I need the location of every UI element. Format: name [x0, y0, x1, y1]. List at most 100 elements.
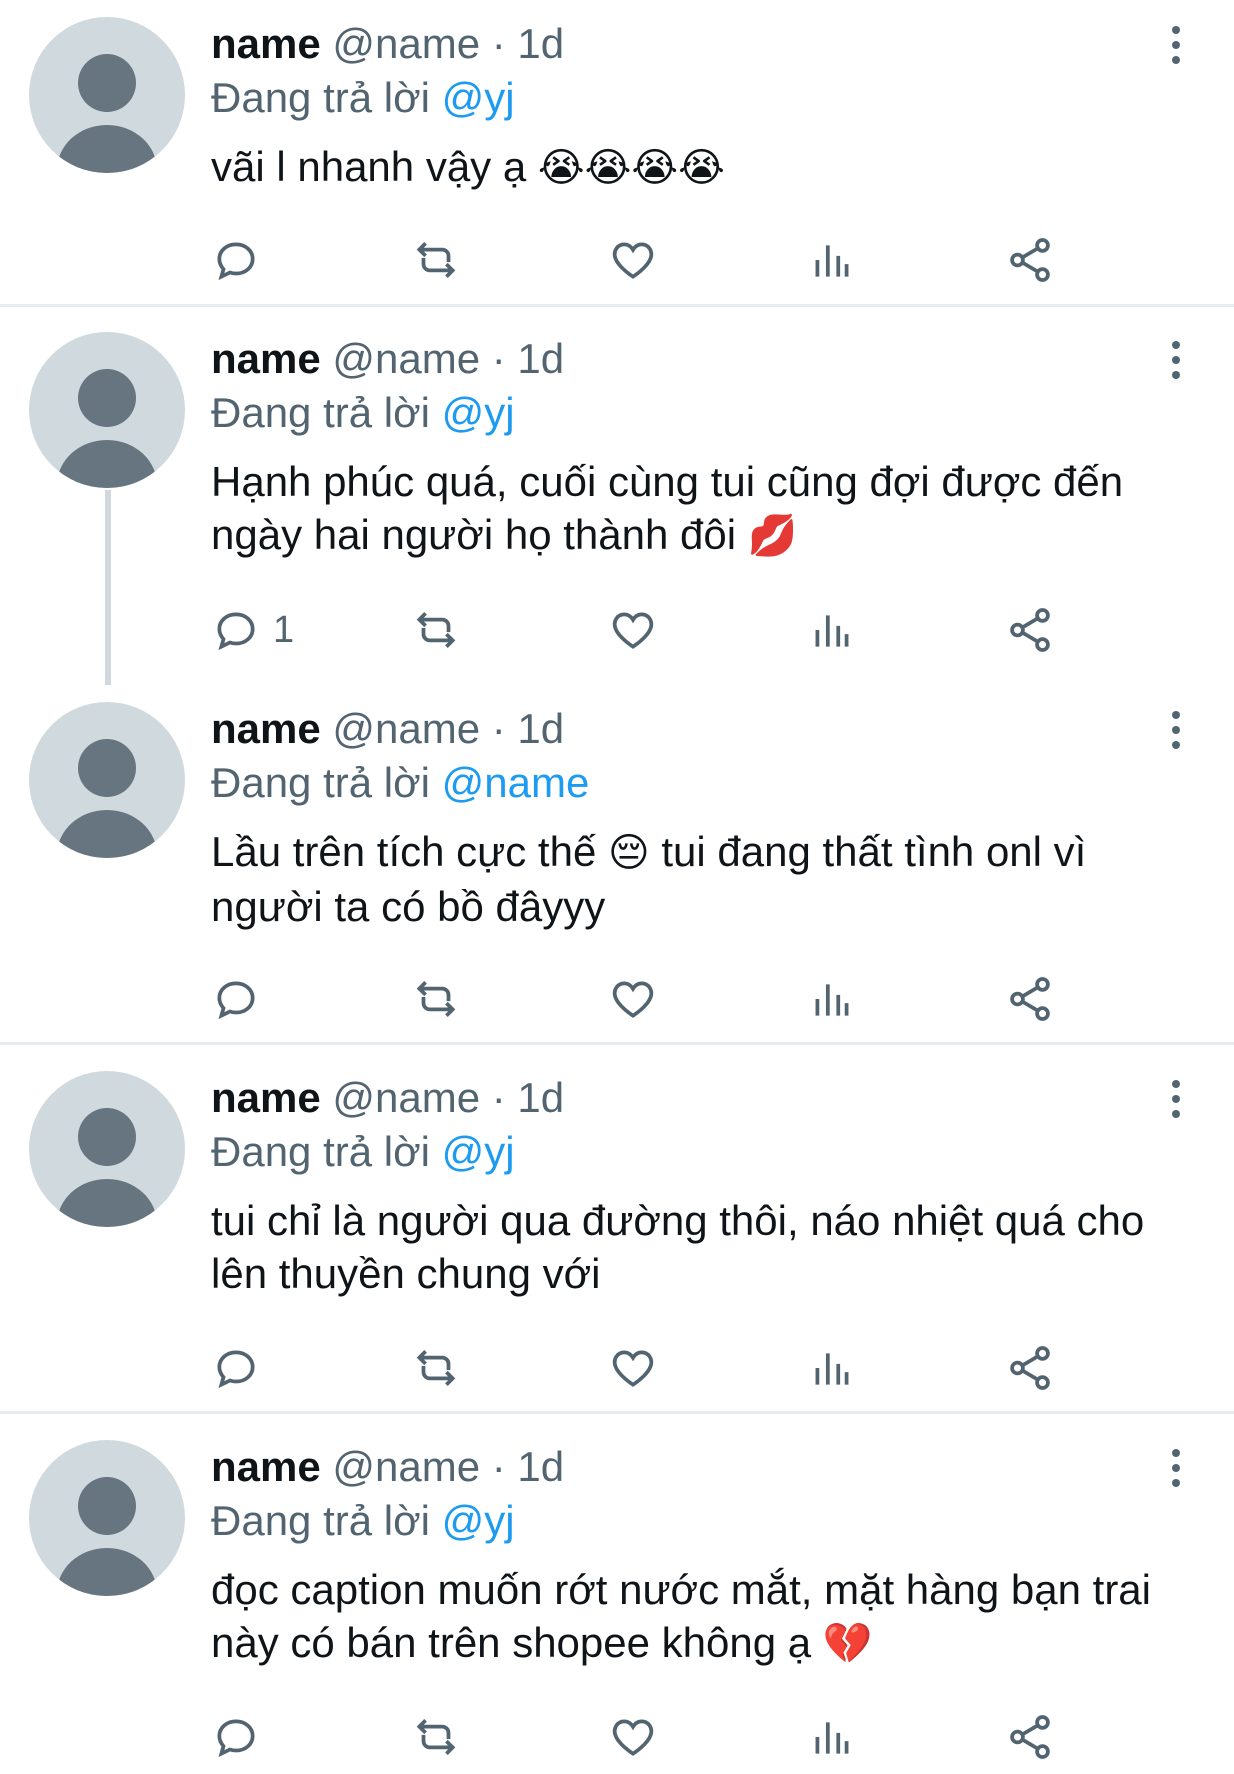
tweet-3[interactable]: name @name · 1d Đang trả lời @name Lầu t…: [0, 685, 1234, 1045]
display-name[interactable]: name: [211, 20, 321, 67]
mention-link[interactable]: @yj: [442, 74, 515, 121]
user-handle[interactable]: @name: [332, 705, 480, 752]
share-button[interactable]: [1005, 1340, 1055, 1396]
timestamp[interactable]: · 1d: [492, 1074, 564, 1121]
replying-to: Đang trả lời @name: [211, 758, 589, 808]
avatar[interactable]: [29, 1071, 185, 1227]
display-name[interactable]: name: [211, 705, 321, 752]
avatar[interactable]: [29, 17, 185, 173]
user-handle[interactable]: @name: [332, 1074, 480, 1121]
reply-button[interactable]: 1: [211, 602, 294, 658]
replying-prefix: Đang trả lời: [211, 74, 430, 121]
tweet-header: name @name · 1d: [211, 1442, 564, 1492]
timestamp[interactable]: · 1d: [492, 335, 564, 382]
retweet-button[interactable]: [411, 232, 461, 288]
display-name[interactable]: name: [211, 335, 321, 382]
views-button[interactable]: [807, 602, 857, 658]
views-button[interactable]: [807, 1340, 857, 1396]
like-button[interactable]: [608, 1340, 658, 1396]
timestamp[interactable]: · 1d: [492, 705, 564, 752]
tweet-text: đọc caption muốn rớt nước mắt, mặt hàng …: [211, 1563, 1201, 1671]
tweet-4[interactable]: name @name · 1d Đang trả lời @yj tui chỉ…: [0, 1054, 1234, 1414]
reply-button[interactable]: [211, 232, 273, 288]
user-handle[interactable]: @name: [332, 20, 480, 67]
reply-icon: [217, 242, 255, 281]
reply-button[interactable]: [211, 1340, 273, 1396]
more-vertical-icon[interactable]: [1170, 1080, 1180, 1120]
avatar-head: [78, 1477, 136, 1535]
mention-link[interactable]: @yj: [442, 1497, 515, 1544]
views-button[interactable]: [807, 971, 857, 1027]
more-vertical-icon[interactable]: [1170, 341, 1180, 381]
replying-to: Đang trả lời @yj: [211, 1127, 515, 1177]
reply-icon: [217, 1719, 255, 1758]
tweet-1[interactable]: name @name · 1d Đang trả lời @yj vãi l n…: [0, 0, 1234, 305]
share-icon: [1010, 1715, 1050, 1759]
avatar-body: [57, 1179, 157, 1227]
avatar[interactable]: [29, 332, 185, 488]
user-handle[interactable]: @name: [332, 1443, 480, 1490]
views-icon: [815, 1722, 849, 1754]
tweet-header: name @name · 1d: [211, 334, 564, 384]
heart-icon: [612, 1350, 654, 1387]
views-button[interactable]: [807, 232, 857, 288]
divider: [0, 1042, 1234, 1045]
user-handle[interactable]: @name: [332, 335, 480, 382]
like-button[interactable]: [608, 971, 658, 1027]
more-vertical-icon[interactable]: [1170, 1449, 1180, 1489]
tweet-text-body: tui chỉ là người qua đường thôi, náo nhi…: [211, 1197, 1145, 1297]
mention-link[interactable]: @yj: [442, 1128, 515, 1175]
timestamp[interactable]: · 1d: [492, 20, 564, 67]
reply-icon: [217, 1350, 255, 1389]
tweet-text: vãi l nhanh vậy ạ 😭😭😭😭: [211, 140, 1201, 195]
like-button[interactable]: [608, 1709, 658, 1765]
reply-count: 1: [273, 608, 295, 651]
display-name[interactable]: name: [211, 1443, 321, 1490]
replying-prefix: Đang trả lời: [211, 389, 430, 436]
more-vertical-icon[interactable]: [1170, 26, 1180, 66]
replying-prefix: Đang trả lời: [211, 1128, 430, 1175]
heart-icon: [612, 1719, 654, 1756]
share-button[interactable]: [1005, 971, 1055, 1027]
retweet-icon: [416, 242, 456, 278]
mention-link[interactable]: @yj: [442, 389, 515, 436]
avatar-body: [57, 810, 157, 858]
retweet-button[interactable]: [411, 971, 461, 1027]
action-bar: [211, 971, 1171, 1031]
tweet-header: name @name · 1d: [211, 704, 564, 754]
share-button[interactable]: [1005, 1709, 1055, 1765]
action-bar: 1: [211, 602, 1171, 662]
tweet-text: Hạnh phúc quá, cuối cùng tui cũng đợi đư…: [211, 455, 1201, 563]
retweet-button[interactable]: [411, 602, 461, 658]
reply-icon: [217, 612, 255, 651]
views-icon: [815, 245, 849, 277]
reply-button[interactable]: [211, 971, 273, 1027]
heart-icon: [612, 612, 654, 649]
action-bar: [211, 1709, 1171, 1769]
emoji: 😔: [608, 831, 650, 875]
replying-to: Đang trả lời @yj: [211, 1496, 515, 1546]
avatar-body: [57, 1548, 157, 1596]
reply-button[interactable]: [211, 1709, 273, 1765]
display-name[interactable]: name: [211, 1074, 321, 1121]
retweet-button[interactable]: [411, 1340, 461, 1396]
avatar[interactable]: [29, 1440, 185, 1596]
tweet-header: name @name · 1d: [211, 19, 564, 69]
tweet-text-body: đọc caption muốn rớt nước mắt, mặt hàng …: [211, 1566, 1151, 1666]
more-vertical-icon[interactable]: [1170, 711, 1180, 751]
tweet-5[interactable]: name @name · 1d Đang trả lời @yj đọc cap…: [0, 1423, 1234, 1774]
share-button[interactable]: [1005, 602, 1055, 658]
share-button[interactable]: [1005, 232, 1055, 288]
action-bar: [211, 232, 1171, 292]
mention-link[interactable]: @name: [442, 759, 590, 806]
tweet-header: name @name · 1d: [211, 1073, 564, 1123]
tweet-2[interactable]: name @name · 1d Đang trả lời @yj Hạnh ph…: [0, 315, 1234, 685]
like-button[interactable]: [608, 232, 658, 288]
avatar[interactable]: [29, 702, 185, 858]
tweet-text-body: Hạnh phúc quá, cuối cùng tui cũng đợi đư…: [211, 458, 1124, 558]
views-icon: [815, 1353, 849, 1385]
views-button[interactable]: [807, 1709, 857, 1765]
like-button[interactable]: [608, 602, 658, 658]
retweet-button[interactable]: [411, 1709, 461, 1765]
timestamp[interactable]: · 1d: [492, 1443, 564, 1490]
